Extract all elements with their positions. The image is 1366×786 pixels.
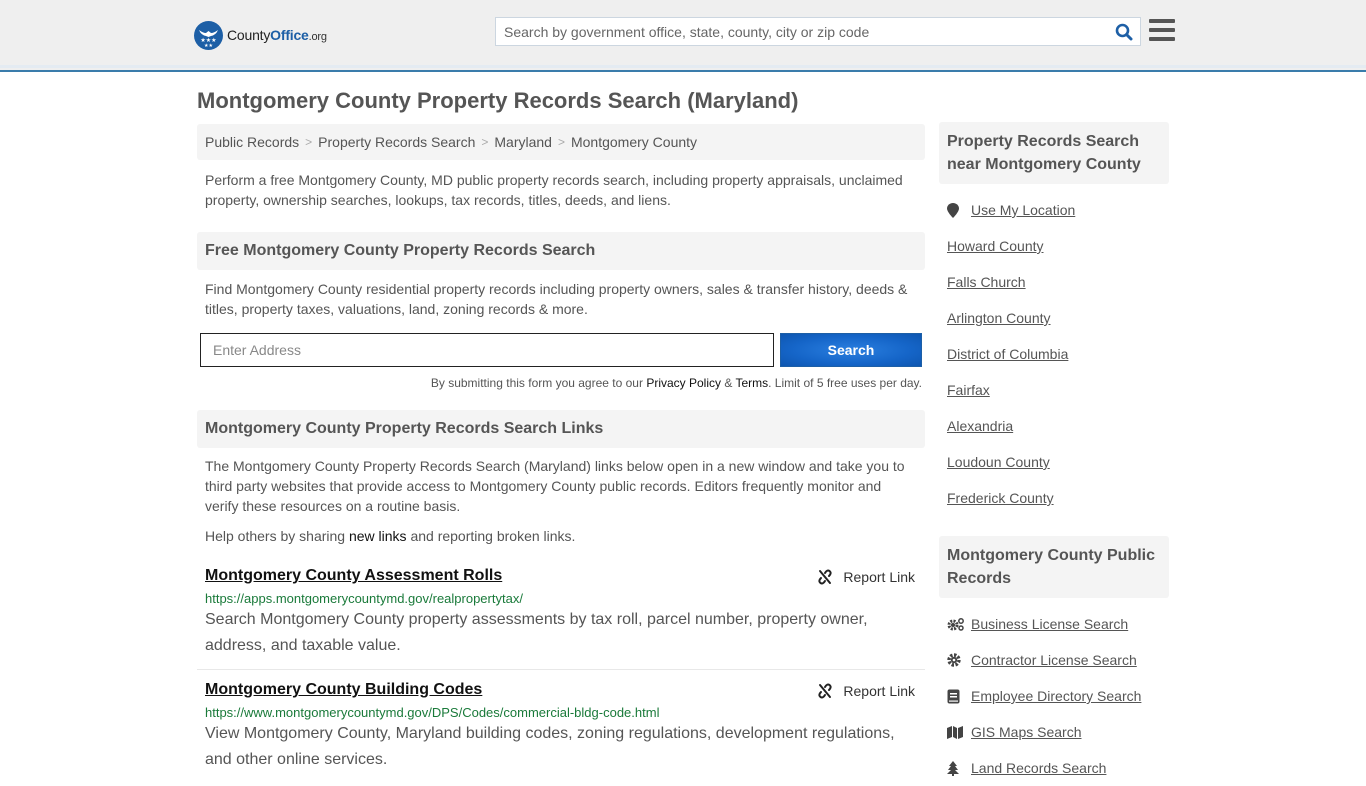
map-marker-icon	[947, 202, 971, 218]
nearby-link[interactable]: Howard County	[947, 238, 1044, 254]
help-prefix: Help others by sharing	[205, 528, 349, 544]
nearby-list: Use My Location Howard County Falls Chur…	[939, 192, 1169, 516]
links-section-description: The Montgomery County Property Records S…	[205, 458, 905, 514]
page-title: Montgomery County Property Records Searc…	[197, 88, 799, 113]
nearby-link[interactable]: Falls Church	[947, 274, 1026, 290]
breadcrumb-separator: >	[557, 135, 565, 149]
nearby-link[interactable]: District of Columbia	[947, 346, 1068, 362]
breadcrumb-maryland[interactable]: Maryland	[494, 134, 552, 150]
public-records-list: Business License Search Contractor Licen…	[939, 606, 1169, 786]
public-record-item[interactable]: Contractor License Search	[947, 642, 1161, 678]
breadcrumb-montgomery-county[interactable]: Montgomery County	[571, 134, 697, 150]
public-record-item[interactable]: GIS Maps Search	[947, 714, 1161, 750]
resource-link-title[interactable]: Montgomery County Building Codes	[205, 681, 482, 699]
links-section-heading: Montgomery County Property Records Searc…	[197, 410, 925, 448]
terms-prefix: By submitting this form you agree to our	[430, 376, 647, 390]
site-search	[495, 17, 1141, 46]
resource-link-description: View Montgomery County, Maryland buildin…	[205, 725, 895, 768]
nearby-item[interactable]: District of Columbia	[947, 336, 1161, 372]
eagle-logo-icon: ★★★ ★★	[194, 20, 223, 50]
breadcrumb-separator: >	[481, 135, 489, 149]
public-record-link[interactable]: Land Records Search	[971, 760, 1106, 776]
public-records-heading: Montgomery County Public Records	[939, 536, 1169, 598]
resource-link-description: Search Montgomery County property assess…	[205, 611, 868, 654]
header-shadow	[0, 65, 1366, 68]
breadcrumb: Public Records > Property Records Search…	[197, 124, 925, 160]
nearby-link[interactable]: Alexandria	[947, 418, 1013, 434]
nearby-item[interactable]: Fairfax	[947, 372, 1161, 408]
site-header: ★★★ ★★ CountyOffice.org	[0, 0, 1366, 72]
nearby-item[interactable]: Arlington County	[947, 300, 1161, 336]
use-my-location-link[interactable]: Use My Location	[971, 202, 1075, 218]
logo-wordmark: CountyOffice.org	[227, 27, 327, 43]
free-search-description: Find Montgomery County residential prope…	[205, 281, 908, 317]
report-link-button[interactable]: Report Link	[817, 569, 915, 585]
use-my-location-item[interactable]: Use My Location	[947, 192, 1161, 228]
public-record-item[interactable]: Land Records Search	[947, 750, 1161, 786]
public-record-item[interactable]: Business License Search	[947, 606, 1161, 642]
public-record-link[interactable]: GIS Maps Search	[971, 724, 1082, 740]
nearby-link[interactable]: Frederick County	[947, 490, 1054, 506]
new-links-link[interactable]: new links	[349, 528, 407, 544]
terms-notice: By submitting this form you agree to our…	[197, 376, 925, 390]
nearby-link[interactable]: Fairfax	[947, 382, 990, 398]
tree-icon	[947, 760, 971, 776]
nearby-link[interactable]: Arlington County	[947, 310, 1051, 326]
report-link-label: Report Link	[843, 569, 915, 585]
book-icon	[947, 689, 971, 704]
breadcrumb-separator: >	[305, 135, 313, 149]
nearby-item[interactable]: Alexandria	[947, 408, 1161, 444]
nearby-item[interactable]: Falls Church	[947, 264, 1161, 300]
site-search-input[interactable]	[496, 18, 1108, 45]
resource-link-url[interactable]: https://www.montgomerycountymd.gov/DPS/C…	[205, 705, 917, 720]
svg-text:★★: ★★	[204, 43, 213, 49]
help-text: Help others by sharing new links and rep…	[197, 526, 925, 546]
report-link-button[interactable]: Report Link	[817, 683, 915, 699]
terms-amp: &	[721, 376, 736, 390]
resource-link-item: Montgomery County Assessment Rolls Repor…	[197, 567, 925, 659]
address-input[interactable]	[200, 333, 774, 367]
nearby-item[interactable]: Loudoun County	[947, 444, 1161, 480]
public-record-item[interactable]: Employee Directory Search	[947, 678, 1161, 714]
nearby-item[interactable]: Frederick County	[947, 480, 1161, 516]
intro-text: Perform a free Montgomery County, MD pub…	[205, 172, 903, 208]
search-icon[interactable]	[1108, 18, 1140, 45]
nearby-link[interactable]: Loudoun County	[947, 454, 1050, 470]
main-content: Public Records > Property Records Search…	[197, 124, 925, 773]
help-suffix: and reporting broken links.	[406, 528, 576, 544]
nearby-heading: Property Records Search near Montgomery …	[939, 122, 1169, 184]
resource-link-url[interactable]: https://apps.montgomerycountymd.gov/real…	[205, 591, 917, 606]
divider	[197, 669, 925, 670]
free-search-heading: Free Montgomery County Property Records …	[197, 232, 925, 270]
terms-link[interactable]: Terms	[735, 376, 768, 390]
resource-link-item: Montgomery County Building Codes Report …	[197, 681, 925, 773]
public-record-link[interactable]: Employee Directory Search	[971, 688, 1141, 704]
nearby-item[interactable]: Howard County	[947, 228, 1161, 264]
breadcrumb-property-records-search[interactable]: Property Records Search	[318, 134, 475, 150]
public-record-link[interactable]: Contractor License Search	[971, 652, 1137, 668]
hamburger-menu-icon[interactable]	[1149, 19, 1175, 43]
site-logo[interactable]: ★★★ ★★ CountyOffice.org	[194, 20, 327, 50]
report-link-label: Report Link	[843, 683, 915, 699]
broken-link-icon	[818, 569, 833, 585]
broken-link-icon	[818, 683, 833, 699]
terms-suffix: . Limit of 5 free uses per day.	[768, 376, 922, 390]
sidebar: Property Records Search near Montgomery …	[939, 122, 1169, 786]
address-search-button[interactable]: Search	[780, 333, 922, 367]
gear-icon	[947, 653, 971, 667]
resource-link-title[interactable]: Montgomery County Assessment Rolls	[205, 567, 502, 585]
map-icon	[947, 725, 971, 739]
public-record-link[interactable]: Business License Search	[971, 616, 1128, 632]
address-search-form: Search	[197, 333, 925, 367]
privacy-policy-link[interactable]: Privacy Policy	[646, 376, 721, 390]
breadcrumb-public-records[interactable]: Public Records	[205, 134, 299, 150]
cogs-icon	[947, 617, 971, 631]
